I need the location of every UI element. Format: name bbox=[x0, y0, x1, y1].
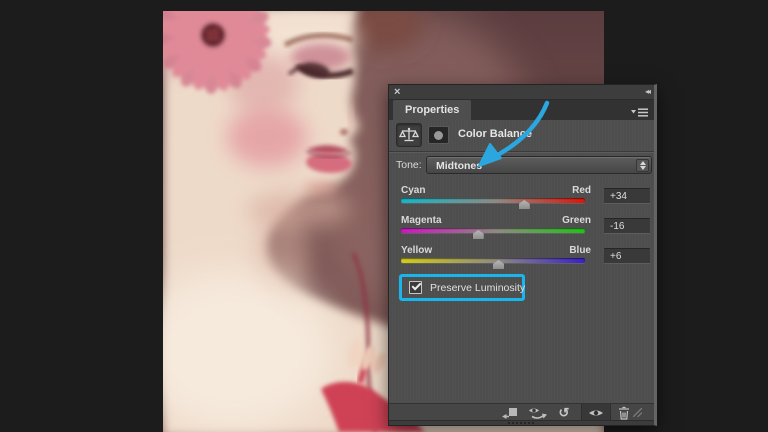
panel-drag-bar[interactable] bbox=[389, 420, 654, 425]
magenta-green-track[interactable] bbox=[401, 228, 585, 233]
panel-footer: ↺ bbox=[389, 403, 654, 421]
yellow-blue-track[interactable] bbox=[401, 258, 585, 263]
magenta-green-slider: Magenta Green -16 bbox=[389, 215, 654, 245]
magenta-label: Magenta bbox=[401, 215, 442, 226]
collapse-to-icons-icon[interactable]: ◂◂ bbox=[645, 87, 651, 96]
photoshop-workspace: × ◂◂ Properties Color Balance Tone: Midt… bbox=[0, 0, 768, 432]
panel-content: Color Balance Tone: Midtones Cyan Red +3… bbox=[389, 120, 654, 403]
yellow-blue-value-field[interactable]: +6 bbox=[604, 248, 650, 264]
toggle-visibility-button[interactable] bbox=[581, 404, 611, 421]
cyan-red-value-field[interactable]: +34 bbox=[604, 188, 650, 204]
balance-scale-icon bbox=[399, 127, 419, 142]
eye-arrow-icon bbox=[529, 408, 547, 419]
magenta-green-value-field[interactable]: -16 bbox=[604, 218, 650, 234]
drag-handle-dots-icon bbox=[507, 422, 536, 424]
green-label: Green bbox=[562, 215, 591, 226]
divider bbox=[389, 151, 654, 153]
blue-label: Blue bbox=[569, 245, 591, 256]
view-previous-state-button[interactable] bbox=[527, 405, 549, 420]
tone-label: Tone: bbox=[396, 159, 422, 171]
clip-to-layer-button[interactable] bbox=[499, 405, 521, 420]
cyan-red-slider: Cyan Red +34 bbox=[389, 185, 654, 215]
yellow-blue-slider: Yellow Blue +6 bbox=[389, 245, 654, 275]
color-balance-icon-button[interactable] bbox=[396, 123, 422, 147]
properties-panel: × ◂◂ Properties Color Balance Tone: Midt… bbox=[388, 84, 657, 426]
cyan-label: Cyan bbox=[401, 185, 426, 196]
chevron-up-down-icon bbox=[636, 159, 649, 172]
adjustment-header: Color Balance bbox=[389, 121, 654, 149]
tone-selected-value: Midtones bbox=[436, 160, 483, 172]
resize-grip-icon bbox=[632, 408, 642, 417]
yellow-label: Yellow bbox=[401, 245, 433, 256]
preserve-luminosity-label: Preserve Luminosity bbox=[430, 281, 526, 294]
reset-button[interactable]: ↺ bbox=[553, 405, 575, 420]
mask-icon bbox=[434, 130, 443, 140]
annotation-highlight-box: Preserve Luminosity bbox=[399, 274, 525, 301]
cyan-red-track[interactable] bbox=[401, 198, 585, 203]
eye-icon bbox=[589, 410, 603, 415]
preserve-luminosity-checkbox[interactable] bbox=[409, 280, 422, 294]
panel-menu-icon[interactable] bbox=[631, 105, 649, 117]
reset-icon: ↺ bbox=[558, 405, 570, 420]
panel-title-strip[interactable]: × ◂◂ bbox=[389, 85, 654, 100]
adjustment-title: Color Balance bbox=[458, 128, 532, 140]
tab-properties[interactable]: Properties bbox=[393, 100, 472, 120]
layer-mask-thumbnail[interactable] bbox=[428, 126, 449, 144]
close-icon[interactable]: × bbox=[394, 85, 400, 99]
red-label: Red bbox=[572, 185, 591, 196]
resize-grip[interactable] bbox=[629, 405, 645, 420]
tone-row: Tone: Midtones bbox=[389, 156, 654, 176]
tone-select[interactable]: Midtones bbox=[426, 156, 652, 174]
panel-tab-bar: Properties bbox=[389, 100, 654, 120]
checkmark-icon bbox=[411, 280, 422, 291]
clip-to-layer-icon bbox=[502, 408, 517, 419]
